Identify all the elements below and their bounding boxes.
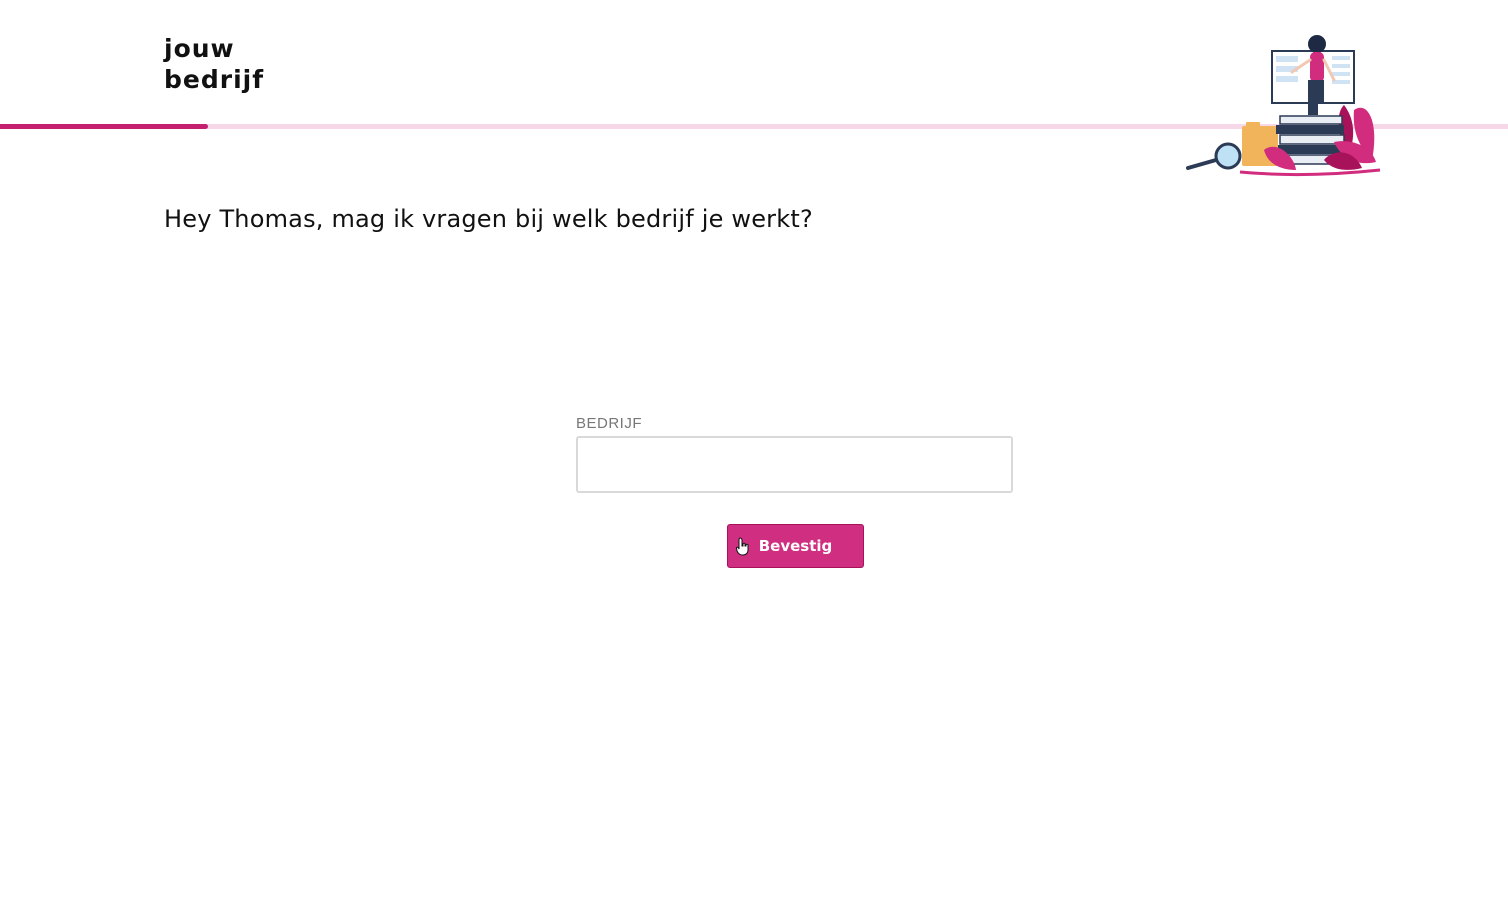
company-field-label: BEDRIJF — [576, 415, 643, 432]
illustration-icon — [1186, 35, 1381, 177]
progress-fill — [0, 124, 209, 129]
company-input[interactable] — [576, 436, 1013, 493]
question-text: Hey Thomas, mag ik vragen bij welk bedri… — [164, 205, 813, 233]
confirm-button-label: Bevestig — [758, 537, 833, 555]
hand-pointer-cursor-icon — [736, 537, 749, 556]
logo-line-2: bedrijf — [164, 65, 265, 94]
company-logo: jouw bedrijf — [164, 33, 264, 95]
confirm-button[interactable]: Bevestig — [727, 524, 864, 568]
logo-line-1: jouw — [164, 34, 235, 63]
